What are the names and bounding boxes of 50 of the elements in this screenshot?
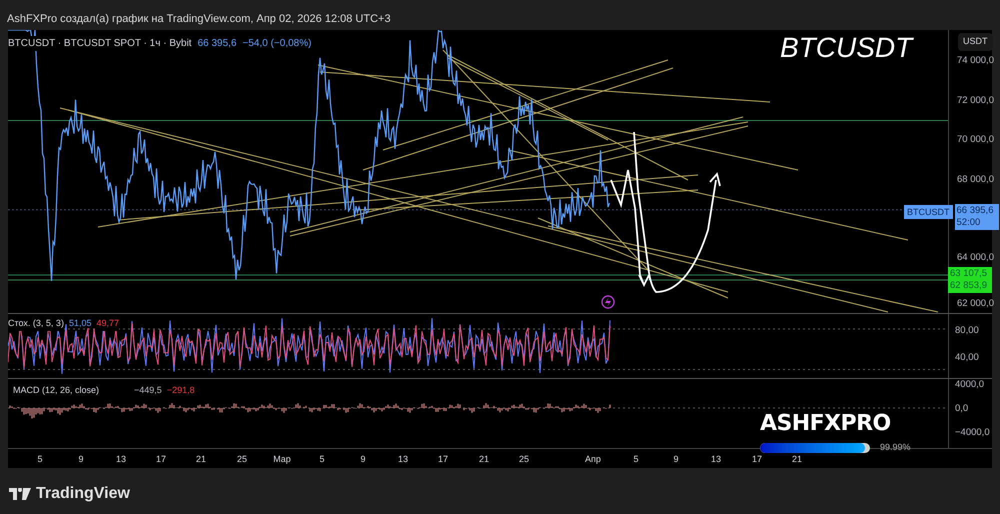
price-axis-label: 74 000,0 xyxy=(957,54,994,68)
macd-value: −449,5 xyxy=(134,384,162,397)
price-axis-label: 70 000,0 xyxy=(957,133,994,147)
tradingview-logo-icon xyxy=(9,488,31,500)
progress-reading: 99.99% xyxy=(880,441,911,454)
currency-button[interactable]: USDT xyxy=(958,33,992,51)
stochastic-label: Стох. (3, 5, 3) xyxy=(8,317,64,330)
price-tag-symbol: BTCUSDT xyxy=(904,205,952,219)
last-price-value: 66 395,6 xyxy=(198,37,237,51)
price-axis-label: 68 000,0 xyxy=(957,173,994,187)
time-axis-label: 9 xyxy=(78,453,84,466)
time-axis-label: 21 xyxy=(196,453,206,466)
time-axis-label: 9 xyxy=(360,453,366,466)
macd-label: MACD (12, 26, close) xyxy=(13,384,100,397)
time-axis-label: 21 xyxy=(479,453,489,466)
time-axis-label: 13 xyxy=(398,453,408,466)
last-price-tag: 66 395,6 52:00 xyxy=(954,204,998,230)
indicator-axis-label: 80,00 xyxy=(955,324,979,338)
time-axis-label: 17 xyxy=(752,453,762,466)
indicator-axis-label: 40,00 xyxy=(955,351,979,365)
indicator-axis-label: 4000,0 xyxy=(955,378,984,392)
chart-title: BTCUSDT xyxy=(780,34,912,62)
time-axis-label: 17 xyxy=(438,453,448,466)
chart-author-caption: AshFXPro создал(а) график на TradingView.com, Апр 02, 2026 12:08 UTC+3 xyxy=(7,12,391,26)
macd-signal-value: −291,8 xyxy=(166,384,195,397)
time-axis-label: Апр xyxy=(585,453,601,466)
price-axis-label: 62 000,0 xyxy=(957,297,994,311)
time-axis-label: 17 xyxy=(156,453,166,466)
indicator-axis-label: −4000,0 xyxy=(955,426,990,440)
time-axis-label: 13 xyxy=(711,453,721,466)
lightning-icon xyxy=(601,295,615,309)
brand-badge-text: ASHFXPRO xyxy=(760,413,892,435)
time-axis-label: Мар xyxy=(273,453,291,466)
price-axis-label: 64 000,0 xyxy=(957,251,994,265)
indicator-axis-label: 0,0 xyxy=(955,402,968,416)
price-axis-label: 72 000,0 xyxy=(957,94,994,108)
brand-name: TradingView xyxy=(36,484,130,504)
stochastic-d-value: 49,77 xyxy=(96,317,120,330)
symbol-legend: BTCUSDT · BTCUSDT SPOT · 1ч · Bybit xyxy=(8,36,192,51)
time-axis-label: 25 xyxy=(519,453,529,466)
level-price-tags: 63 107,5 62 853,9 xyxy=(948,267,992,293)
price-change-value: −54,0 (−0,08%) xyxy=(242,37,312,51)
time-axis-label: 13 xyxy=(116,453,126,466)
stochastic-k-value: 51,05 xyxy=(68,317,92,330)
time-axis-label: 5 xyxy=(634,453,638,466)
time-axis-label: 5 xyxy=(38,453,42,466)
time-axis-label: 25 xyxy=(237,453,247,466)
time-axis-label: 5 xyxy=(320,453,324,466)
time-axis-label: 21 xyxy=(792,453,802,466)
time-axis-label: 9 xyxy=(674,453,678,466)
